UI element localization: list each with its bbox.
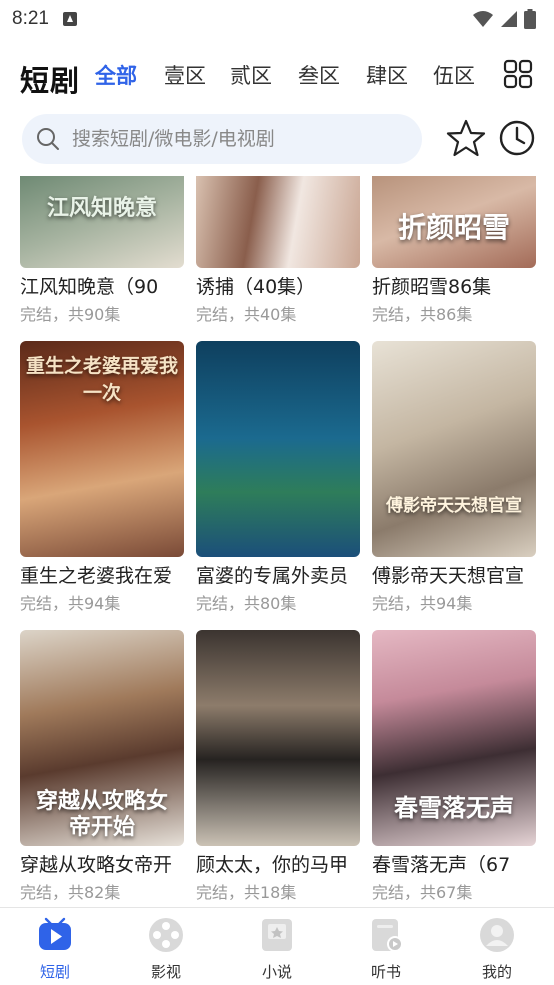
drama-card[interactable]: 顾太太，你的马甲 完结，共18集	[196, 630, 360, 904]
drama-episode-status: 完结，共18集	[196, 883, 297, 902]
cellular-signal-icon	[501, 11, 517, 27]
drama-episode-status: 完结，共90集	[20, 305, 121, 324]
drama-title: 诱捕（40集）	[196, 276, 316, 298]
history-clock-icon[interactable]	[497, 118, 537, 158]
drama-poster	[196, 341, 360, 557]
poster-title-art: 江风知晚意	[46, 195, 157, 221]
drama-title: 顾太太，你的马甲	[196, 854, 349, 876]
poster-title-art: 春雪落无声	[394, 793, 514, 822]
status-time: 8:21	[12, 8, 49, 29]
status-bar: 8:21	[0, 0, 554, 38]
nav-label: 听书	[370, 963, 401, 981]
drama-card[interactable]: 折颜昭雪 折颜昭雪86集 完结，共86集	[372, 176, 536, 326]
poster-title-art: 穿越从攻略女帝开始	[35, 788, 168, 840]
drama-card[interactable]: 春雪落无声 春雪落无声（67 完结，共67集	[372, 630, 536, 904]
drama-episode-status: 完结，共82集	[20, 883, 121, 902]
category-grid-icon[interactable]	[503, 59, 533, 89]
drama-episode-status: 完结，共94集	[372, 594, 473, 613]
drama-episode-status: 完结，共80集	[196, 594, 297, 613]
nav-label: 我的	[481, 963, 512, 981]
drama-poster	[196, 630, 360, 846]
battery-icon	[524, 9, 536, 29]
drama-episode-status: 完结，共40集	[196, 305, 297, 324]
drama-card[interactable]: 穿越从攻略女帝开始 穿越从攻略女帝开 完结，共82集	[20, 630, 184, 904]
play-icon	[39, 917, 71, 950]
nav-label: 短剧	[39, 963, 70, 981]
drama-card[interactable]: 富婆的专属外卖员 完结，共80集	[196, 341, 360, 615]
nav-item-audiobooks[interactable]: 听书	[346, 916, 426, 982]
drama-episode-status: 完结，共86集	[372, 305, 473, 324]
nav-item-short-drama[interactable]: 短剧	[15, 916, 95, 982]
tab-zone-3[interactable]: 叁区	[298, 60, 340, 90]
tab-zone-4[interactable]: 肆区	[366, 60, 408, 90]
tab-zone-1[interactable]: 壹区	[164, 60, 206, 90]
drama-grid: 江风知晚意 江风知晚意（90 完结，共90集 诱捕（40集） 完结，共40集 折…	[0, 176, 554, 908]
drama-card[interactable]: 江风知晚意 江风知晚意（90 完结，共90集	[20, 176, 184, 326]
poster-title-art: 重生之老婆再爱我一次	[25, 355, 178, 404]
tab-zone-5[interactable]: 伍区	[433, 60, 475, 90]
drama-poster: 重生之老婆再爱我一次	[20, 341, 184, 557]
poster-title-art: 傅影帝天天想官宣	[386, 496, 522, 516]
drama-card[interactable]: 傅影帝天天想官宣 傅影帝天天想官宣 完结，共94集	[372, 341, 536, 615]
drama-title: 富婆的专属外卖员	[196, 565, 349, 587]
bottom-nav: 短剧 影视 小说 听书 我的	[0, 907, 554, 985]
film-reel-icon	[149, 918, 183, 952]
drama-poster	[196, 176, 360, 268]
nav-label: 小说	[261, 963, 292, 981]
page-title: 短剧	[20, 64, 81, 98]
tab-zone-2[interactable]: 贰区	[230, 60, 272, 90]
favorites-star-icon[interactable]	[446, 118, 486, 158]
search-icon	[37, 128, 59, 150]
drama-title: 江风知晚意（90	[20, 276, 159, 298]
nav-item-novels[interactable]: 小说	[237, 916, 317, 982]
audiobook-icon	[372, 919, 403, 952]
search-input[interactable]	[72, 128, 392, 150]
drama-title: 折颜昭雪86集	[372, 276, 492, 298]
tab-all[interactable]: 全部	[95, 60, 137, 90]
drama-poster: 傅影帝天天想官宣	[372, 341, 536, 557]
book-icon	[262, 919, 292, 951]
drama-episode-status: 完结，共67集	[372, 883, 473, 902]
drama-title: 春雪落无声（67	[372, 854, 511, 876]
drama-card[interactable]: 重生之老婆再爱我一次 重生之老婆我在爱 完结，共94集	[20, 341, 184, 615]
profile-icon	[480, 918, 514, 952]
notification-icon	[62, 12, 77, 26]
drama-episode-status: 完结，共94集	[20, 594, 121, 613]
drama-card[interactable]: 诱捕（40集） 完结，共40集	[196, 176, 360, 326]
search-bar[interactable]	[22, 114, 422, 164]
drama-poster: 春雪落无声	[372, 630, 536, 846]
nav-label: 影视	[150, 963, 181, 981]
drama-title: 重生之老婆我在爱	[20, 565, 173, 587]
drama-title: 穿越从攻略女帝开	[20, 854, 173, 876]
drama-poster: 折颜昭雪	[372, 176, 536, 268]
drama-title: 傅影帝天天想官宣	[372, 565, 525, 587]
wifi-icon	[473, 11, 493, 27]
nav-item-profile[interactable]: 我的	[457, 916, 537, 982]
drama-poster: 穿越从攻略女帝开始	[20, 630, 184, 846]
drama-poster: 江风知晚意	[20, 176, 184, 268]
nav-item-movies[interactable]: 影视	[126, 916, 206, 982]
poster-title-art: 折颜昭雪	[397, 211, 510, 244]
header: 短剧 全部 壹区 贰区 叁区 肆区 伍区	[0, 50, 554, 98]
status-indicators	[472, 9, 536, 29]
